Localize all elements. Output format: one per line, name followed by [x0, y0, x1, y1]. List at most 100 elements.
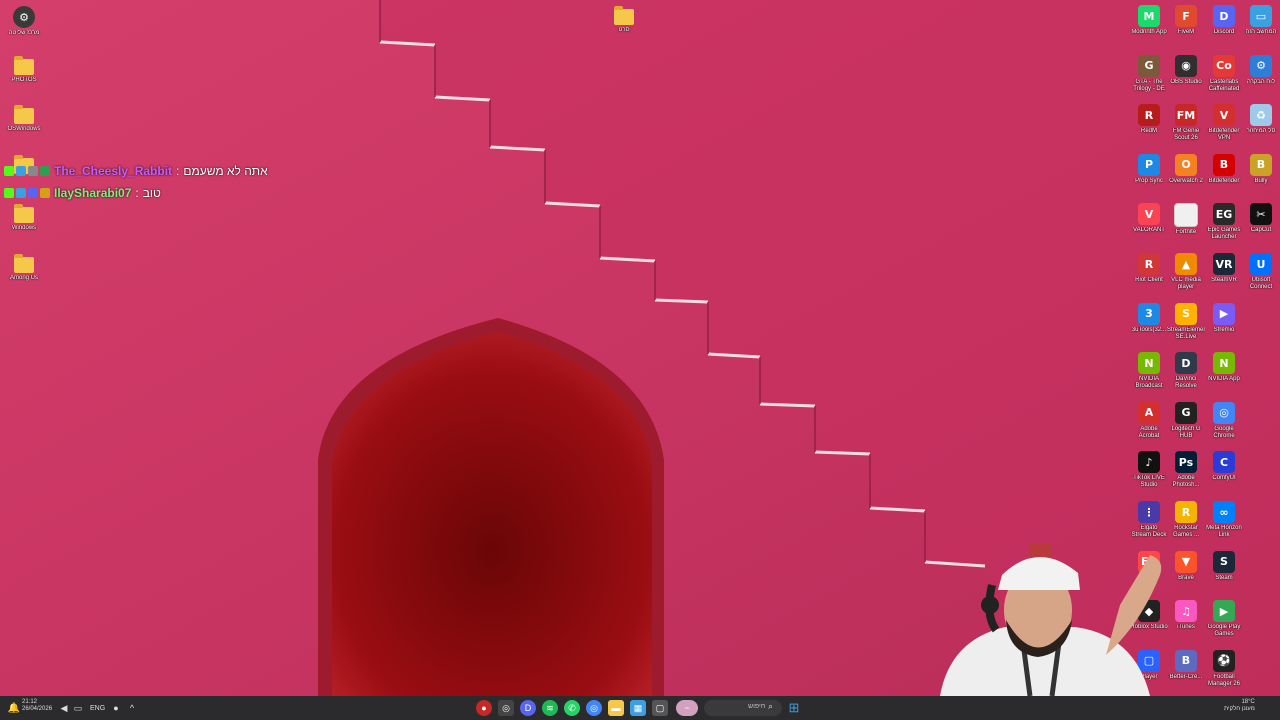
desktop-icon-riot-client[interactable]: R Riot Client	[1130, 253, 1168, 291]
streamelements-icon: S	[1175, 302, 1197, 325]
desktop-icon-bettercrew[interactable]: B Better-Cre...	[1167, 649, 1205, 688]
gta-icon: G	[1138, 54, 1160, 77]
microphone-icon[interactable]: ●	[108, 700, 124, 716]
desktop-icon-label: Adobe Photosh...	[1172, 475, 1200, 489]
desktop-icon-tiktok[interactable]: ♪ TikTok LIVE Studio	[1130, 451, 1168, 489]
desktop-icon-chrome[interactable]: ◎ Google Chrome	[1205, 401, 1243, 440]
start-windows-icon[interactable]: ⊞	[786, 700, 802, 716]
fivem-icon: F	[1175, 5, 1197, 27]
desktop-icon-overwatch[interactable]: O Overwatch 2	[1167, 153, 1205, 192]
desktop-icon-meta[interactable]: ∞ Meta Horizon Link	[1205, 501, 1243, 539]
desktop-icon-3utools[interactable]: 3 3uTools(32...	[1130, 302, 1168, 341]
redm-icon: R	[1138, 104, 1160, 127]
desktop-icon-modrinth[interactable]: M Modrinth App	[1130, 5, 1168, 43]
desktop-icon-label: לוח הבקרה	[1247, 78, 1275, 85]
desktop-icon-label: FM Genie Scout 26	[1172, 128, 1200, 142]
stremio-icon: ▶	[1213, 302, 1235, 325]
desktop-icon-label: Adobe Acrobat	[1138, 425, 1160, 439]
desktop-icon-prop-sync[interactable]: P Prop Sync	[1130, 153, 1168, 192]
copilot-icon[interactable]: ~	[676, 700, 698, 716]
record-app-icon[interactable]: ●	[476, 700, 492, 716]
desktop-icon-google-play-games[interactable]: ▶ Google Play Games	[1205, 600, 1243, 638]
brave-icon: ▼	[1175, 550, 1197, 573]
desktop-icon-oswindows[interactable]: OSWindows	[5, 105, 43, 133]
desktop-icon-casterlabs[interactable]: Co Casterlabs Caffeinated	[1205, 54, 1243, 93]
desktop-icon-label: Stremio	[1213, 326, 1235, 333]
desktop-icon-nvidia-broadcast[interactable]: N NVIDIA Broadcast	[1130, 352, 1168, 390]
app-taskbar-icon[interactable]: ◎	[498, 700, 514, 716]
weather-condition: מעונן חלקית	[1224, 706, 1255, 712]
network-icon[interactable]: ▭	[70, 700, 86, 716]
desktop-icon-label: FiveM	[1177, 29, 1195, 35]
desktop-icon-nvidia-app[interactable]: N NVIDIA App	[1205, 352, 1243, 390]
desktop-icon-discord[interactable]: D Discord	[1205, 5, 1243, 43]
kick-badge-icon	[4, 166, 14, 176]
desktop-icon-label: Football Manager 26	[1207, 673, 1241, 687]
desktop-icon-comfyui[interactable]: C ComfyUI	[1205, 451, 1243, 489]
desktop-icon-label: SteamVR	[1211, 277, 1237, 283]
desktop-icon-photos[interactable]: PHOTOS	[5, 56, 43, 84]
desktop-icon-steamvr[interactable]: VR SteamVR	[1205, 253, 1243, 291]
desktop-icon-label: Riot Client	[1135, 277, 1163, 283]
desktop-icon-windows[interactable]: Windows	[5, 204, 43, 232]
desktop-icon-label: OBS Studio	[1170, 78, 1202, 85]
desktop-icon-steam[interactable]: S Steam	[1205, 550, 1243, 589]
desktop-icon-bitdefender[interactable]: B Bitdefender	[1205, 153, 1243, 192]
desktop-icon-brave[interactable]: ▼ Brave	[1167, 550, 1205, 589]
clock[interactable]: 21:12 26/04/2026	[22, 699, 52, 713]
desktop-icon-logitech-ghub[interactable]: G Logitech G HUB	[1167, 401, 1205, 440]
desktop-icon-acrobat[interactable]: A Adobe Acrobat	[1130, 401, 1168, 440]
desktop-icon-davinci[interactable]: D DaVinci Resolve	[1167, 352, 1205, 390]
desktop-icon-gta[interactable]: G GTA - The Trilogy - DE	[1130, 54, 1168, 93]
language-indicator[interactable]: ENG	[90, 705, 105, 712]
prop-sync-icon: P	[1138, 153, 1160, 176]
desktop-icon-epic-games[interactable]: EG Epic Games Launcher	[1205, 203, 1243, 241]
desktop-icon-rockstar[interactable]: R Rockstar Games ...	[1167, 501, 1205, 539]
desktop-icon-photoshop[interactable]: Ps Adobe Photosh...	[1167, 451, 1205, 489]
desktop-icon-among-us[interactable]: Among Us	[5, 254, 43, 282]
desktop-icon-label: Discord	[1213, 29, 1235, 35]
desktop-icon-elgato[interactable]: ⋮ Elgato Stream Deck	[1130, 501, 1168, 539]
desktop-icon-ubisoft[interactable]: U Ubisoft Connect	[1242, 253, 1280, 291]
desktop-icon-folder[interactable]: סרט	[605, 6, 643, 34]
chrome-taskbar-icon[interactable]: ◎	[586, 700, 602, 716]
desktop-icon-label: Rockstar Games ...	[1172, 525, 1199, 538]
genie-scout-icon: FM	[1175, 104, 1197, 127]
desktop-icon-bitdefender-vpn[interactable]: V Bitdefender VPN	[1205, 104, 1243, 142]
desktop-icon-redm[interactable]: R RedM	[1130, 104, 1168, 142]
desktop-icon--[interactable]: ⚙ מרכז שליטה	[5, 6, 43, 37]
desktop-icon-control-panel[interactable]: ⚙ לוח הבקרה	[1242, 54, 1280, 93]
desktop-icon-bully[interactable]: B Bully	[1242, 153, 1280, 192]
desktop-icon-vlc[interactable]: ▲ VLC media player	[1167, 253, 1205, 291]
desktop-icon-valorant[interactable]: V VALORANT	[1130, 203, 1168, 241]
moderator-badge-icon	[16, 188, 26, 198]
discord-taskbar-icon[interactable]: D	[520, 700, 536, 716]
desktop-icon-label: Brave	[1178, 574, 1194, 581]
weather-widget[interactable]: 18°C מעונן חלקית	[1224, 699, 1255, 713]
desktop-icon-recycle-bin[interactable]: ♻ סל המיחזור	[1242, 104, 1280, 142]
chat-badges	[4, 188, 50, 198]
spotify-taskbar-icon[interactable]: ≋	[542, 700, 558, 716]
file-explorer-taskbar-icon[interactable]: ▬	[608, 700, 624, 716]
task-view-icon[interactable]: ▢	[652, 700, 668, 716]
search-box[interactable]: חיפוש ⌕	[704, 700, 782, 716]
desktop-icon-fortnite[interactable]: Fortnite	[1167, 203, 1205, 243]
desktop-icon-football-manager[interactable]: ⚽ Football Manager 26	[1205, 649, 1243, 688]
desktop-icon-label: Meta Horizon Link	[1206, 525, 1242, 538]
desktop-icon-capcut[interactable]: ✂ CapCut	[1242, 203, 1280, 241]
moderator-badge-icon	[16, 166, 26, 176]
bettercrew-icon: B	[1175, 649, 1197, 672]
desktop-icon-obs[interactable]: ◉ OBS Studio	[1167, 54, 1205, 93]
store-taskbar-icon[interactable]: ▦	[630, 700, 646, 716]
notification-bell-icon[interactable]: 🔔	[6, 700, 22, 716]
desktop-icon-label: Google Chrome	[1213, 425, 1235, 439]
desktop-icon-label: Bully	[1254, 177, 1268, 184]
desktop-icon-itunes[interactable]: ♫ iTunes	[1167, 600, 1205, 638]
desktop-icon-this-pc[interactable]: ▭ המחשב הזה	[1242, 5, 1280, 43]
desktop-icon-stremio[interactable]: ▶ Stremio	[1205, 302, 1243, 341]
tray-chevron-up-icon[interactable]: ^	[124, 700, 140, 716]
desktop-icon-genie-scout[interactable]: FM FM Genie Scout 26	[1167, 104, 1205, 142]
whatsapp-taskbar-icon[interactable]: ✆	[564, 700, 580, 716]
desktop-icon-fivem[interactable]: F FiveM	[1167, 5, 1205, 43]
desktop-icon-streamelements[interactable]: SStreamElements SE.Live	[1167, 302, 1205, 341]
